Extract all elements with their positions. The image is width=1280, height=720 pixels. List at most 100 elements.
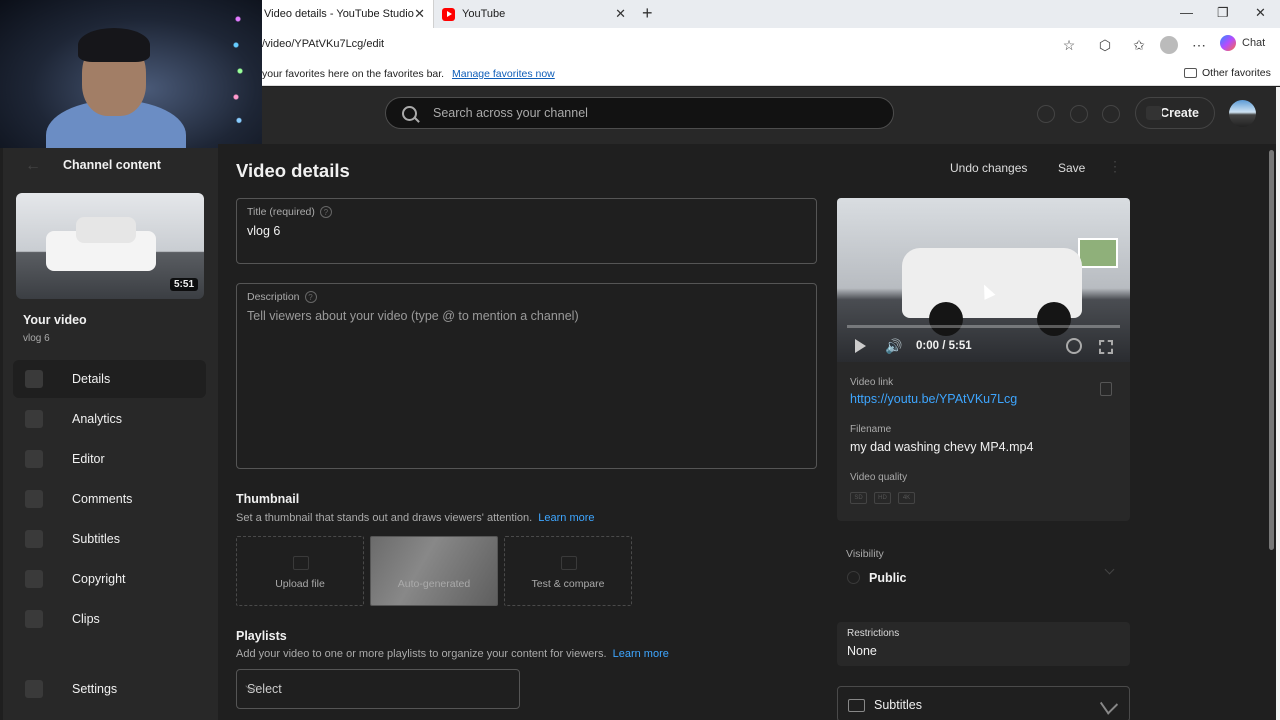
visibility-label: Visibility <box>846 548 884 560</box>
subtitles-label: Subtitles <box>874 698 922 712</box>
filename-label: Filename <box>850 424 892 435</box>
search-icon <box>402 105 417 121</box>
main-content: Video details Undo changes Save ⋮ Title … <box>218 144 1276 720</box>
option-label: Upload file <box>275 578 325 590</box>
new-tab-button[interactable]: + <box>642 3 653 24</box>
chevron-down-icon[interactable] <box>1104 564 1115 575</box>
video-quality-label: Video quality <box>850 472 908 483</box>
extensions-icon[interactable]: ⬡ <box>1096 36 1114 54</box>
copilot-chat-button[interactable]: Chat <box>1220 35 1265 51</box>
title-value[interactable]: vlog 6 <box>247 224 280 238</box>
restore-icon[interactable]: ❐ <box>1217 5 1229 21</box>
quality-badge-sd: SD <box>850 492 867 504</box>
playlist-select[interactable]: Select <box>236 669 520 709</box>
tab-youtube[interactable]: YouTube ✕ <box>436 0 634 28</box>
avatar[interactable] <box>1229 100 1256 127</box>
help-icon[interactable]: ? <box>304 291 317 303</box>
search-input[interactable]: Search across your channel <box>385 97 894 129</box>
back-arrow-icon[interactable]: ← <box>25 157 41 175</box>
sidebar-item-label: Settings <box>72 682 118 696</box>
upload-file-option[interactable]: Upload file <box>236 536 364 606</box>
thumbnail-desc-text: Set a thumbnail that stands out and draw… <box>236 512 533 524</box>
quality-badge-hd: HD <box>874 492 891 504</box>
progress-bar[interactable] <box>847 325 1120 328</box>
restrictions-value: None <box>847 644 877 658</box>
sidebar-item-label: Copyright <box>72 572 126 586</box>
favorite-star-icon[interactable]: ☆ <box>1060 36 1078 54</box>
auto-generated-option[interactable]: Auto-generated <box>370 536 498 606</box>
learn-more-link[interactable]: Learn more <box>538 512 594 524</box>
sidebar-item-label: Details <box>72 372 111 386</box>
save-button[interactable]: Save <box>1058 161 1085 175</box>
description-field[interactable]: Description ? Tell viewers about your vi… <box>236 283 817 469</box>
edit-pencil-icon[interactable] <box>1099 693 1119 715</box>
sidebar: ← Channel content 5:51 Your video vlog 6… <box>3 148 218 720</box>
sidebar-item-label: Comments <box>72 492 133 506</box>
channel-content-title[interactable]: Channel content <box>63 158 161 172</box>
description-label: Description ? <box>247 291 317 303</box>
scrollbar[interactable] <box>1267 144 1276 720</box>
page-title: Video details <box>236 160 350 181</box>
garage-window <box>1078 238 1118 268</box>
youtube-favicon-icon <box>442 7 455 21</box>
sparkle-icon[interactable] <box>1070 105 1088 123</box>
tab-close-icon[interactable]: ✕ <box>615 6 626 22</box>
tab-title: Video details - YouTube Studio <box>264 8 414 20</box>
sidebar-item-copyright[interactable]: Copyright <box>13 560 206 598</box>
help-icon[interactable]: ? <box>319 206 332 218</box>
settings-gear-icon[interactable] <box>1066 338 1082 354</box>
url-field[interactable]: /video/YPAtVKu7Lcg/edit <box>262 38 384 50</box>
undo-changes-button[interactable]: Undo changes <box>950 161 1027 175</box>
test-compare-option[interactable]: Test & compare <box>504 536 632 606</box>
visibility-value[interactable]: Public <box>869 571 907 585</box>
title-field[interactable]: Title (required) ? vlog 6 <box>236 198 817 264</box>
sidebar-item-editor[interactable]: Editor <box>13 440 206 478</box>
truck-cab <box>76 217 136 243</box>
video-thumbnail[interactable]: 5:51 <box>16 193 204 299</box>
learn-more-link[interactable]: Learn more <box>613 648 669 660</box>
search-placeholder: Search across your channel <box>433 106 588 120</box>
thumbnail-description: Set a thumbnail that stands out and draw… <box>236 512 595 524</box>
more-menu-icon[interactable]: ⋯ <box>1190 36 1208 54</box>
other-favorites-label: Other favorites <box>1202 67 1271 79</box>
sidebar-item-analytics[interactable]: Analytics <box>13 400 206 438</box>
notifications-icon[interactable] <box>1102 105 1120 123</box>
restrictions-card[interactable]: Restrictions None <box>837 622 1130 666</box>
sidebar-item-label: Subtitles <box>72 532 120 546</box>
subtitles-card[interactable]: Subtitles <box>837 686 1130 720</box>
copy-icon[interactable] <box>1100 382 1112 396</box>
volume-icon[interactable]: 🔊 <box>885 338 903 354</box>
video-link[interactable]: https://youtu.be/YPAtVKu7Lcg <box>850 392 1017 406</box>
sidebar-item-comments[interactable]: Comments <box>13 480 206 518</box>
other-favorites[interactable]: Other favorites <box>1184 67 1271 79</box>
description-placeholder[interactable]: Tell viewers about your video (type @ to… <box>247 309 579 323</box>
sidebar-item-subtitles[interactable]: Subtitles <box>13 520 206 558</box>
tab-video-details[interactable]: Video details - YouTube Studio ✕ <box>262 0 434 28</box>
window-close-icon[interactable]: ✕ <box>1255 5 1266 21</box>
option-label: Test & compare <box>531 578 605 590</box>
fullscreen-icon[interactable] <box>1099 340 1113 354</box>
globe-icon <box>847 571 860 584</box>
scroll-thumb[interactable] <box>1269 150 1274 550</box>
create-button[interactable]: Create <box>1135 97 1215 129</box>
subtitles-icon <box>25 530 43 548</box>
favorites-bar-text: your favorites here on the favorites bar… <box>262 68 555 80</box>
time-display: 0:00 / 5:51 <box>916 340 972 352</box>
profile-icon[interactable] <box>1160 36 1178 54</box>
playlists-heading: Playlists <box>236 629 287 643</box>
video-player[interactable]: 🔊 0:00 / 5:51 <box>837 198 1130 362</box>
manage-favorites-link[interactable]: Manage favorites now <box>452 68 555 80</box>
sidebar-item-clips[interactable]: Clips <box>13 600 206 638</box>
tab-close-icon[interactable]: ✕ <box>414 6 425 22</box>
person-hair <box>78 28 150 62</box>
minimize-icon[interactable]: — <box>1180 5 1193 20</box>
play-icon[interactable] <box>855 339 866 353</box>
sidebar-item-details[interactable]: Details <box>13 360 206 398</box>
webcam-overlay <box>0 0 262 148</box>
help-icon[interactable] <box>1037 105 1055 123</box>
more-options-icon[interactable]: ⋮ <box>1108 158 1122 175</box>
favorites-icon[interactable]: ✩ <box>1130 36 1148 54</box>
playlists-description: Add your video to one or more playlists … <box>236 648 669 660</box>
sidebar-item-settings[interactable]: Settings <box>13 670 206 708</box>
title-label-text: Title (required) <box>247 206 315 218</box>
